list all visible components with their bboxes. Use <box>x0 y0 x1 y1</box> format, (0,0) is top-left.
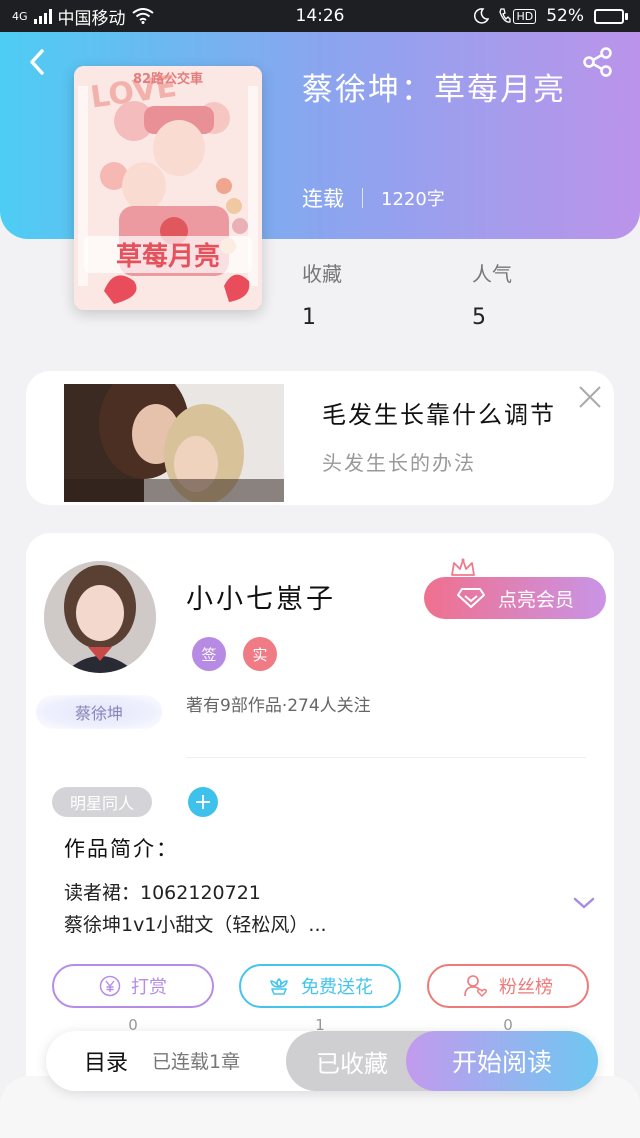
intro-line-1: 读者裙：1062120721 <box>64 882 261 904</box>
favorites-stat: 收藏 1 <box>302 258 342 330</box>
cover-main-text: 草莓月亮 <box>84 236 252 273</box>
avatar[interactable] <box>44 561 156 673</box>
add-tag-button[interactable]: + <box>188 787 218 817</box>
tip-button[interactable]: 打赏 <box>52 964 214 1008</box>
phone-icon <box>499 8 512 23</box>
status-bar: 4G 中国移动 14:26 HD 52% <box>0 0 640 32</box>
signal-icon <box>33 8 52 24</box>
start-reading-button[interactable]: 开始阅读 <box>406 1031 598 1091</box>
popularity-value: 5 <box>472 305 486 330</box>
ad-image <box>64 384 284 502</box>
diamond-icon <box>456 588 485 608</box>
free-flower-button[interactable]: 免费送花 <box>239 964 401 1008</box>
battery-percent: 52% <box>546 6 584 26</box>
serial-status: 连载 <box>302 187 344 211</box>
share-icon[interactable] <box>580 44 616 80</box>
word-count: 1220字 <box>381 189 445 210</box>
battery-icon <box>594 8 628 24</box>
user-heart-icon <box>464 975 487 997</box>
chevron-down-icon[interactable] <box>572 895 596 911</box>
favorites-label: 收藏 <box>302 262 342 286</box>
intro-text: 读者裙：1062120721 蔡徐坤1v1小甜文（轻松风）... <box>64 877 534 941</box>
author-badge: 蔡徐坤 <box>36 695 162 729</box>
wifi-icon <box>131 8 154 24</box>
book-status-row: 连载 1220字 <box>302 183 445 213</box>
chapter-count: 已连载1章 <box>152 1051 241 1073</box>
divider <box>186 757 586 758</box>
network-type: 4G <box>12 9 28 23</box>
popularity-stat: 人气 5 <box>472 258 512 330</box>
bottom-action-bar: 目录 已连载1章 已收藏 开始阅读 <box>46 1031 598 1091</box>
category-tag[interactable]: 明星同人 <box>52 787 153 817</box>
free-flower-label: 免费送花 <box>301 977 373 998</box>
cover-top-text: 82路公交車 <box>132 72 204 87</box>
toc-button[interactable]: 目录 <box>84 1045 128 1077</box>
ad-subtitle: 头发生长的办法 <box>322 451 476 475</box>
author-meta: 著有9部作品·274人关注 <box>186 696 371 716</box>
yen-icon <box>99 975 121 997</box>
popularity-label: 人气 <box>472 262 512 286</box>
moon-icon <box>474 8 490 24</box>
ad-title: 毛发生长靠什么调节 <box>322 401 556 429</box>
cover-illustration: LOVE <box>74 66 262 310</box>
tip-label: 打赏 <box>131 977 167 998</box>
back-icon[interactable] <box>20 44 56 80</box>
vip-label: 点亮会员 <box>497 588 574 611</box>
signed-tag: 签 <box>192 637 226 671</box>
intro-line-2: 蔡徐坤1v1小甜文（轻松风）... <box>64 914 327 936</box>
plus-icon: + <box>193 789 213 815</box>
carrier-name: 中国移动 <box>57 8 126 29</box>
hd-indicator: HD <box>513 8 537 24</box>
book-title: 蔡徐坤：草莓月亮 <box>302 72 566 108</box>
vip-button[interactable]: 点亮会员 <box>424 577 606 619</box>
flower-icon <box>270 978 288 995</box>
favorites-value: 1 <box>302 305 316 330</box>
author-name: 小小七崽子 <box>186 584 336 615</box>
intro-title: 作品简介： <box>64 837 179 861</box>
status-divider <box>362 188 363 208</box>
fans-rank-label: 粉丝榜 <box>499 977 553 998</box>
fans-rank-button[interactable]: 粉丝榜 <box>427 964 589 1008</box>
ad-card[interactable]: 毛发生长靠什么调节 头发生长的办法 <box>26 371 614 505</box>
verified-tag: 实 <box>243 637 277 671</box>
crown-icon <box>451 558 475 576</box>
book-cover[interactable]: LOVE 82路公交車 草莓月亮 <box>74 66 262 310</box>
close-icon[interactable] <box>576 383 604 411</box>
